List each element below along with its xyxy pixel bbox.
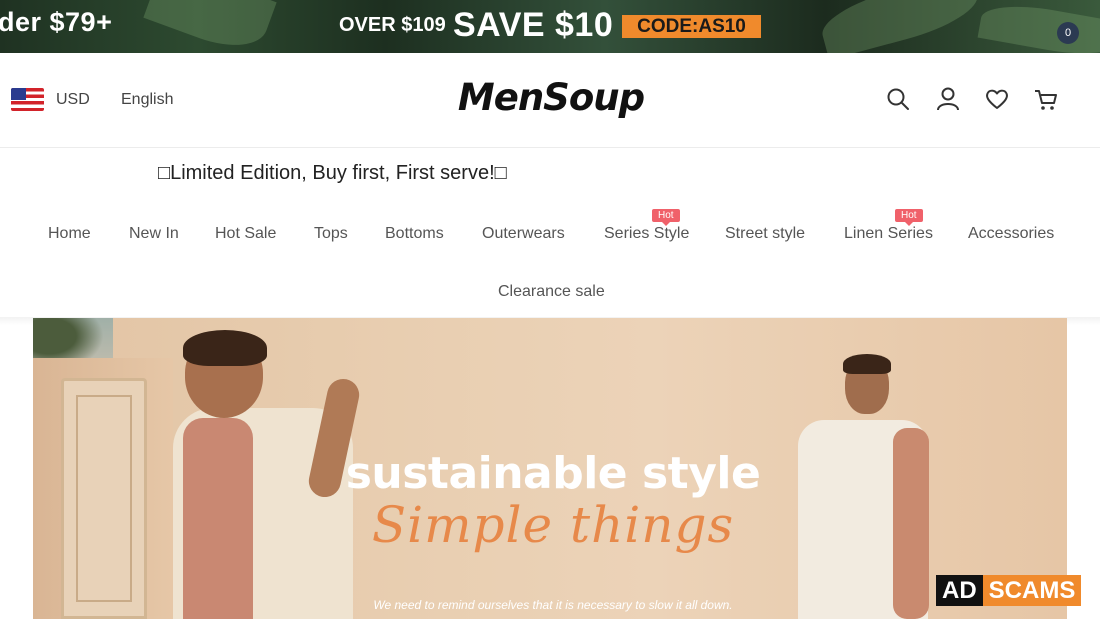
site-logo[interactable]: MenSoup bbox=[440, 73, 662, 123]
nav-item-hot-sale[interactable]: Hot Sale bbox=[215, 225, 276, 243]
promo-code-badge: CODE:AS10 bbox=[622, 15, 761, 38]
leaf-decoration bbox=[977, 0, 1100, 53]
cart-icon[interactable] bbox=[1033, 86, 1059, 112]
model-left-scarf bbox=[183, 418, 253, 619]
model-left-hair bbox=[183, 330, 267, 366]
nav-item-accessories[interactable]: Accessories bbox=[968, 225, 1054, 243]
nav-item-home[interactable]: Home bbox=[48, 225, 91, 243]
watermark-scams-text: SCAMS bbox=[982, 575, 1082, 606]
hero-title: sustainable style bbox=[345, 448, 761, 499]
leaf-decoration bbox=[143, 0, 277, 53]
nav-item-linen-series[interactable]: Linen Series bbox=[844, 225, 933, 243]
nav-item-tops[interactable]: Tops bbox=[314, 225, 348, 243]
promo-save-text: SAVE $10 bbox=[453, 6, 614, 44]
nav-item-series-style[interactable]: Series Style bbox=[604, 225, 689, 243]
promo-banner[interactable]: der $79+ OVER $109 SAVE $10 CODE:AS10 bbox=[0, 0, 1100, 53]
nav-item-street-style[interactable]: Street style bbox=[725, 225, 805, 243]
flag-us-icon[interactable] bbox=[11, 88, 44, 111]
language-selector[interactable]: English bbox=[121, 91, 173, 109]
cart-count-badge: 0 bbox=[1057, 22, 1079, 44]
hero-banner[interactable]: sustainable style Simple things We need … bbox=[33, 318, 1067, 619]
heart-icon[interactable] bbox=[984, 86, 1010, 112]
hero-caption: We need to remind ourselves that it is n… bbox=[373, 598, 733, 612]
nav-item-bottoms[interactable]: Bottoms bbox=[385, 225, 444, 243]
leaf-decoration bbox=[816, 0, 984, 53]
nav-item-clearance-sale[interactable]: Clearance sale bbox=[498, 283, 605, 301]
hot-badge: Hot bbox=[652, 209, 680, 226]
model-right-hair bbox=[843, 354, 891, 374]
site-header: USD English MenSoup bbox=[0, 53, 1100, 148]
promo-threshold-text: der $79+ bbox=[0, 7, 113, 37]
search-icon[interactable] bbox=[885, 86, 911, 112]
watermark-ad-text: AD bbox=[936, 575, 983, 606]
user-icon[interactable] bbox=[935, 86, 961, 112]
currency-selector[interactable]: USD bbox=[56, 91, 90, 109]
nav-item-new-in[interactable]: New In bbox=[129, 225, 179, 243]
nav-item-outerwears[interactable]: Outerwears bbox=[482, 225, 565, 243]
promo-over-text: OVER $109 bbox=[339, 14, 446, 36]
hot-badge: Hot bbox=[895, 209, 923, 226]
announcement-text: □Limited Edition, Buy first, First serve… bbox=[158, 162, 507, 184]
hero-script-text: Simple things bbox=[371, 496, 735, 554]
model-right-scarf bbox=[893, 428, 929, 619]
adscams-watermark: AD SCAMS bbox=[936, 575, 1082, 606]
carved-door-image bbox=[61, 378, 147, 619]
